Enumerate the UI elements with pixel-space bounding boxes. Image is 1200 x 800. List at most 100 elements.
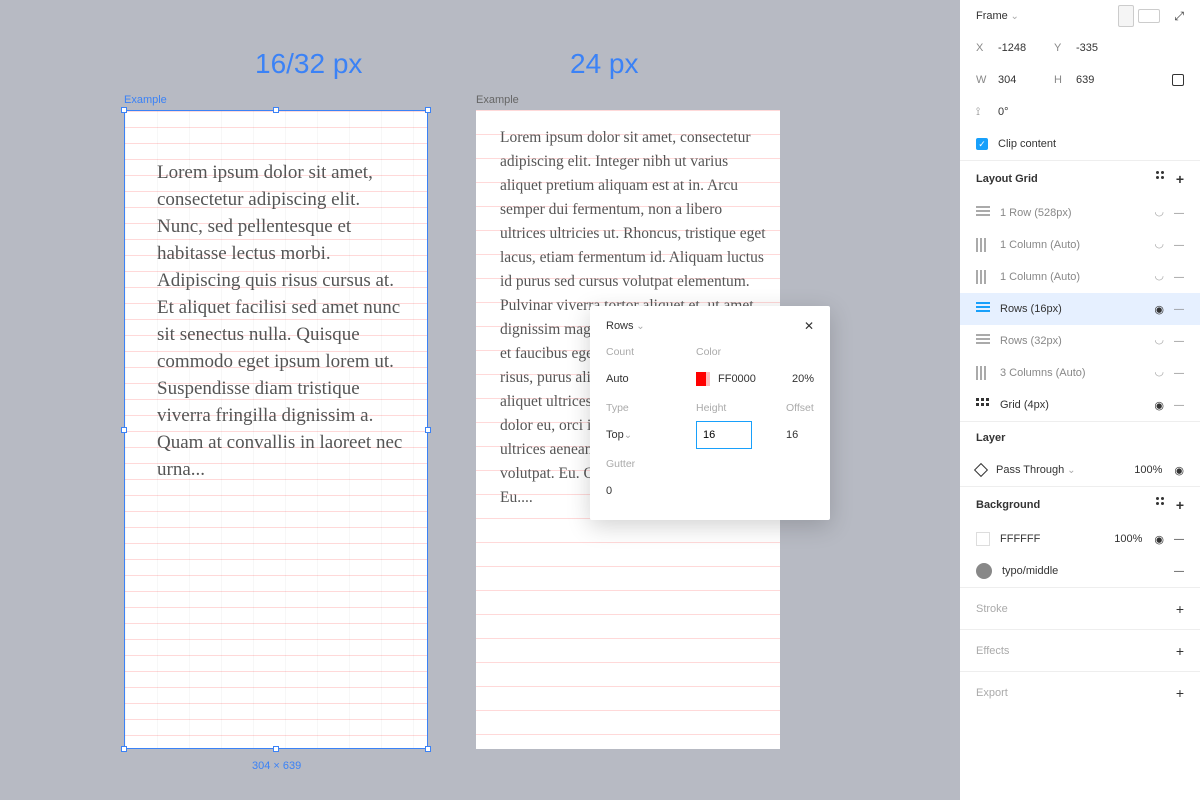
grid-item-rows-32[interactable]: Rows (32px) <box>976 325 1184 357</box>
constrain-proportions-icon[interactable] <box>1172 74 1184 86</box>
remove-grid-button[interactable] <box>1174 239 1184 251</box>
example-frame-1[interactable]: Lorem ipsum dolor sit amet, consectetur … <box>124 110 428 749</box>
selection-handle[interactable] <box>273 746 279 752</box>
x-label: X <box>976 42 990 54</box>
x-value[interactable]: -1248 <box>998 42 1054 54</box>
detach-style-button[interactable] <box>1174 565 1184 577</box>
layout-grid-title: Layout Grid <box>976 173 1038 185</box>
color-label: Color <box>696 346 814 358</box>
add-effect-button[interactable] <box>1176 643 1184 659</box>
grid-type-dropdown[interactable]: Rows <box>606 320 645 332</box>
selection-handle[interactable] <box>425 427 431 433</box>
heading-1632: 16/32 px <box>255 48 362 80</box>
layout-grid-section: Layout Grid 1 Row (528px) 1 Column (Auto… <box>960 161 1200 422</box>
h-value[interactable]: 639 <box>1076 74 1132 86</box>
transform-section: Frame ⤢ X -1248 Y -335 W 304 H 639 ⟟ 0° <box>960 0 1200 161</box>
selection-handle[interactable] <box>121 427 127 433</box>
background-title: Background <box>976 499 1040 511</box>
orientation-landscape[interactable] <box>1138 9 1160 23</box>
y-label: Y <box>1054 42 1068 54</box>
selection-handle[interactable] <box>425 107 431 113</box>
visibility-toggle[interactable] <box>1154 271 1164 284</box>
close-popup-button[interactable] <box>804 319 814 333</box>
background-opacity[interactable]: 100% <box>1114 533 1142 545</box>
offset-value[interactable]: 16 <box>786 420 814 450</box>
type-label: Type <box>606 402 676 414</box>
add-grid-button[interactable] <box>1176 171 1184 187</box>
offset-label: Offset <box>786 402 814 414</box>
clip-content-checkbox[interactable] <box>976 138 988 150</box>
h-label: H <box>1054 74 1068 86</box>
remove-grid-button[interactable] <box>1174 335 1184 347</box>
layer-visibility[interactable] <box>1174 464 1184 477</box>
w-value[interactable]: 304 <box>998 74 1054 86</box>
blend-mode-icon <box>974 463 988 477</box>
clip-content-label: Clip content <box>998 138 1056 150</box>
grid-item-grid-4[interactable]: Grid (4px) <box>976 389 1184 421</box>
visibility-toggle[interactable] <box>1154 239 1164 252</box>
blend-mode-dropdown[interactable]: Pass Through <box>996 464 1075 476</box>
add-export-button[interactable] <box>1176 685 1184 701</box>
frame-label-example-1[interactable]: Example <box>124 94 167 106</box>
height-label: Height <box>696 402 766 414</box>
selection-handle[interactable] <box>425 746 431 752</box>
grid-settings-popup[interactable]: Rows Count Auto Color FF0000 20% Type To… <box>590 306 830 520</box>
stroke-section[interactable]: Stroke <box>960 588 1200 630</box>
grid-item-col-auto-1[interactable]: 1 Column (Auto) <box>976 229 1184 261</box>
gutter-label: Gutter <box>606 458 814 470</box>
resize-to-fit-icon[interactable]: ⤢ <box>1174 9 1184 24</box>
grid-item-3cols[interactable]: 3 Columns (Auto) <box>976 357 1184 389</box>
style-badge-icon[interactable] <box>976 563 992 579</box>
grid-item-rows-16[interactable]: Rows (16px) <box>960 293 1200 325</box>
rotation-icon: ⟟ <box>976 106 990 119</box>
alignment-dropdown[interactable]: Top <box>606 420 676 450</box>
effects-section[interactable]: Effects <box>960 630 1200 672</box>
add-stroke-button[interactable] <box>1176 601 1184 617</box>
add-background-button[interactable] <box>1176 497 1184 513</box>
grid-color-opacity[interactable]: 20% <box>792 373 814 385</box>
height-input[interactable] <box>696 421 752 449</box>
count-value[interactable]: Auto <box>606 364 676 394</box>
w-label: W <box>976 74 990 86</box>
layer-section: Layer Pass Through 100% <box>960 422 1200 487</box>
visibility-toggle[interactable] <box>1154 207 1164 220</box>
selection-handle[interactable] <box>273 107 279 113</box>
remove-background-button[interactable] <box>1174 533 1184 545</box>
grid-color-hex[interactable]: FF0000 <box>718 373 756 385</box>
heading-24: 24 px <box>570 48 639 80</box>
visibility-toggle[interactable] <box>1154 367 1164 380</box>
layer-title: Layer <box>976 432 1005 444</box>
count-label: Count <box>606 346 676 358</box>
layer-opacity[interactable]: 100% <box>1134 464 1162 476</box>
background-hex[interactable]: FFFFFF <box>1000 533 1040 545</box>
lorem-1: Lorem ipsum dolor sit amet, consectetur … <box>157 159 409 483</box>
grid-color-swatch[interactable] <box>696 372 710 386</box>
grid-styles-icon[interactable] <box>1156 171 1164 187</box>
background-section: Background FFFFFF 100% typo <box>960 487 1200 588</box>
background-swatch[interactable] <box>976 532 990 546</box>
selection-dimensions: 304 × 639 <box>252 760 301 772</box>
remove-grid-button[interactable] <box>1174 303 1184 315</box>
visibility-toggle[interactable] <box>1154 303 1164 316</box>
grid-item-row-528[interactable]: 1 Row (528px) <box>976 197 1184 229</box>
remove-grid-button[interactable] <box>1174 271 1184 283</box>
grid-item-col-auto-2[interactable]: 1 Column (Auto) <box>976 261 1184 293</box>
selection-handle[interactable] <box>121 107 127 113</box>
frame-label-example-2[interactable]: Example <box>476 94 519 106</box>
visibility-toggle[interactable] <box>1154 399 1164 412</box>
gutter-value[interactable]: 0 <box>606 476 814 506</box>
selection-handle[interactable] <box>121 746 127 752</box>
orientation-portrait[interactable] <box>1118 5 1134 27</box>
rotation-value[interactable]: 0° <box>998 106 1054 118</box>
y-value[interactable]: -335 <box>1076 42 1132 54</box>
style-name[interactable]: typo/middle <box>1002 565 1058 577</box>
remove-grid-button[interactable] <box>1174 399 1184 411</box>
frame-dropdown[interactable]: Frame <box>976 10 1019 22</box>
export-section[interactable]: Export <box>960 672 1200 714</box>
remove-grid-button[interactable] <box>1174 207 1184 219</box>
background-styles-icon[interactable] <box>1156 497 1164 513</box>
visibility-toggle[interactable] <box>1154 335 1164 348</box>
background-visibility[interactable] <box>1154 533 1164 546</box>
inspector-panel: Frame ⤢ X -1248 Y -335 W 304 H 639 ⟟ 0° <box>830 0 1200 800</box>
remove-grid-button[interactable] <box>1174 367 1184 379</box>
